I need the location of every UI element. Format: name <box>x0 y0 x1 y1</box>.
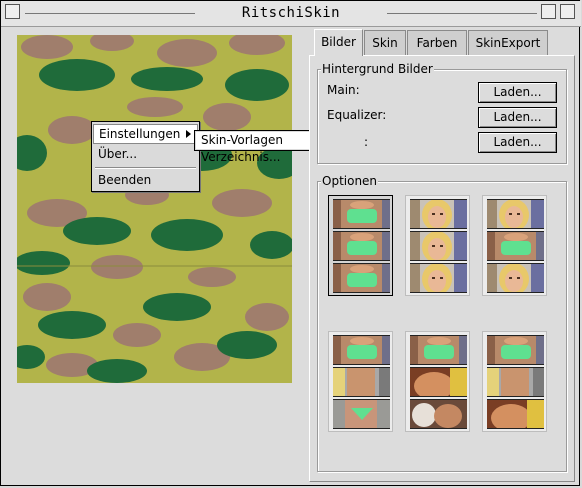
thumbnail-frame-image <box>333 399 390 429</box>
tab-skin[interactable]: Skin <box>364 30 406 55</box>
maximize-button[interactable] <box>560 4 575 19</box>
skin-template-thumbnail[interactable] <box>482 331 547 432</box>
skin-template-thumbnail[interactable] <box>328 195 393 296</box>
window-menu-button[interactable] <box>5 4 20 19</box>
thumbnail-frame-image <box>333 263 390 293</box>
thumbnail-frame-image <box>333 231 390 261</box>
tab-skinexport[interactable]: SkinExport <box>468 30 548 55</box>
minimize-button[interactable] <box>541 4 556 19</box>
menu-separator <box>95 167 196 169</box>
thumbnail-frame-image <box>410 335 467 365</box>
skin-template-thumbnail[interactable] <box>482 195 547 296</box>
menu-item-einstellungen[interactable]: Einstellungen <box>93 124 198 144</box>
thumbnail-frame-image <box>487 399 544 429</box>
thumbnail-frame-image <box>487 335 544 365</box>
menu-item-about[interactable]: Über... <box>93 144 198 164</box>
thumbnail-frame-image <box>410 231 467 261</box>
menu-item-einstellungen-label: Einstellungen <box>99 127 181 141</box>
load-third-button[interactable]: Laden... <box>478 132 557 153</box>
load-main-button[interactable]: Laden... <box>478 82 557 103</box>
tab-farben[interactable]: Farben <box>407 30 467 55</box>
tab-bilder[interactable]: Bilder <box>314 29 363 56</box>
submenu-arrow-icon <box>186 130 191 138</box>
background-images-group-title: Hintergrund Bilder <box>321 62 434 76</box>
thumbnail-frame-image <box>487 263 544 293</box>
title-bar-stripe-right <box>387 13 537 14</box>
title-bar-stripe-left <box>25 13 195 14</box>
thumbnail-frame-image <box>410 263 467 293</box>
menu-item-quit[interactable]: Beenden <box>93 170 198 190</box>
options-group-title: Optionen <box>321 174 379 188</box>
thumbnail-frame-image <box>333 335 390 365</box>
thumbnail-frame-image <box>333 199 390 229</box>
equalizer-label: Equalizer: <box>327 108 387 122</box>
skin-template-thumbnail[interactable] <box>328 331 393 432</box>
main-label: Main: <box>327 83 360 97</box>
context-menu: Einstellungen Über... Beenden <box>91 121 200 192</box>
third-row-label: : <box>364 135 369 149</box>
thumbnail-frame-image <box>410 199 467 229</box>
thumbnail-frame-image <box>410 399 467 429</box>
thumbnail-frame-image <box>410 367 467 397</box>
thumbnail-frame-image <box>487 367 544 397</box>
thumbnail-frame-image <box>487 231 544 261</box>
title-bar[interactable]: RitschiSkin <box>1 1 581 27</box>
skin-template-thumbnail[interactable] <box>405 195 470 296</box>
load-equalizer-button[interactable]: Laden... <box>478 107 557 128</box>
thumbnail-frame-image <box>333 367 390 397</box>
window-title: RitschiSkin <box>241 5 341 21</box>
thumbnail-frame-image <box>487 199 544 229</box>
skin-template-thumbnail[interactable] <box>405 331 470 432</box>
skin-preview-area[interactable] <box>17 35 292 383</box>
